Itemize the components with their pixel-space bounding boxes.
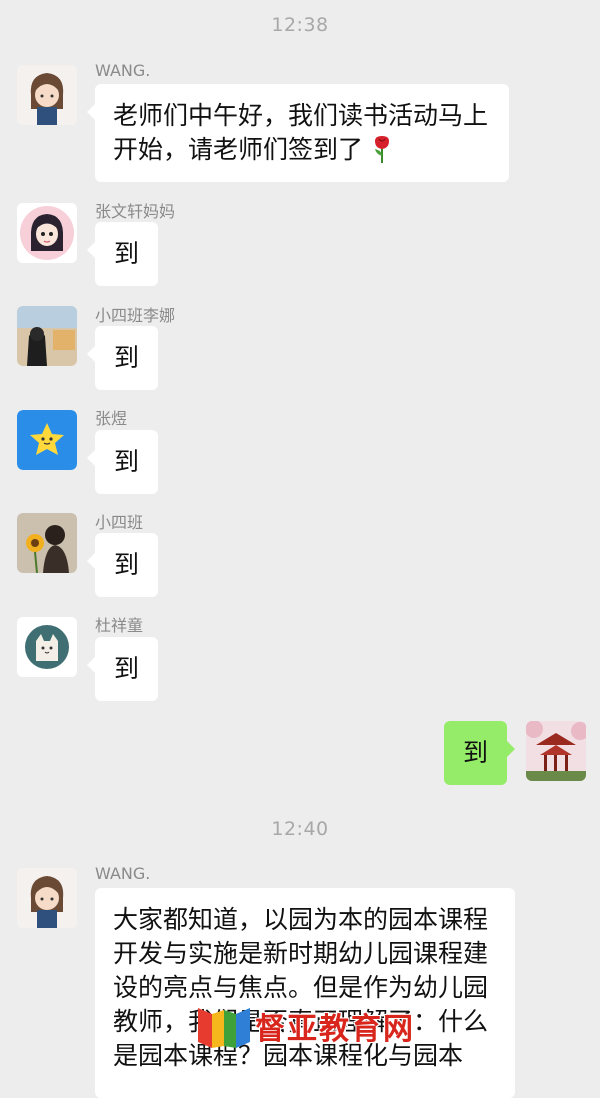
avatar-wang-image <box>17 868 77 928</box>
avatar-wang-image <box>17 65 77 125</box>
sender-name: 张煜 <box>95 409 128 428</box>
avatar-cat[interactable] <box>17 617 77 677</box>
watermark-text: 督亚教育网 <box>255 1012 415 1047</box>
message-text: 到 <box>114 550 140 579</box>
avatar-sunflower-image <box>17 513 77 573</box>
message-bubble[interactable]: 到 <box>86 533 159 597</box>
avatar-cat-image <box>17 617 77 677</box>
avatar-wang[interactable] <box>17 65 77 125</box>
rose-icon <box>374 136 389 163</box>
message-bubble[interactable]: 老师们中午好，我们读书活动马上开始，请老师们签到了 <box>87 84 509 182</box>
sender-name: WANG. <box>95 864 151 883</box>
message-bubble[interactable]: 到 <box>86 637 159 701</box>
message-text: 到 <box>114 343 140 372</box>
avatar-star[interactable] <box>17 410 77 470</box>
message-text: 到 <box>114 447 140 476</box>
timestamp: 12:40 <box>271 818 329 840</box>
avatar-star-image <box>17 410 77 470</box>
sender-name: 张文轩妈妈 <box>95 202 176 221</box>
watermark-book-logo-icon <box>198 1008 250 1048</box>
avatar-pavilion[interactable] <box>526 721 586 781</box>
avatar-sunflower[interactable] <box>17 513 77 573</box>
avatar-wang[interactable] <box>17 868 77 928</box>
sender-name: 小四班李娜 <box>95 306 176 325</box>
avatar-lina[interactable] <box>17 306 77 366</box>
message-bubble[interactable]: 到 <box>86 326 159 390</box>
message-text: 到 <box>463 738 489 767</box>
message-bubble[interactable]: 到 <box>86 222 159 286</box>
message-text: 老师们中午好，我们读书活动马上开始，请老师们签到了 <box>113 101 489 164</box>
avatar-zhangwenxuan[interactable] <box>17 203 77 263</box>
sender-name: WANG. <box>95 61 151 80</box>
avatar-lina-image <box>17 306 77 366</box>
message-bubble[interactable]: 到 <box>86 430 159 494</box>
watermark: 督亚教育网 <box>180 996 430 1053</box>
avatar-zhangwenxuan-image <box>17 203 77 263</box>
sender-name: 杜祥童 <box>95 616 144 635</box>
avatar-pavilion-image <box>526 721 586 781</box>
message-text: 到 <box>114 654 140 683</box>
timestamp: 12:38 <box>271 14 329 36</box>
message-text: 到 <box>114 239 140 268</box>
message-bubble[interactable]: 大家都知道，以园为本的园本课程开发与实施是新时期幼儿园课程建设的亮点与焦点。但是… <box>95 888 515 1098</box>
own-message-bubble[interactable]: 到 <box>444 721 516 785</box>
sender-name: 小四班 <box>95 513 144 532</box>
